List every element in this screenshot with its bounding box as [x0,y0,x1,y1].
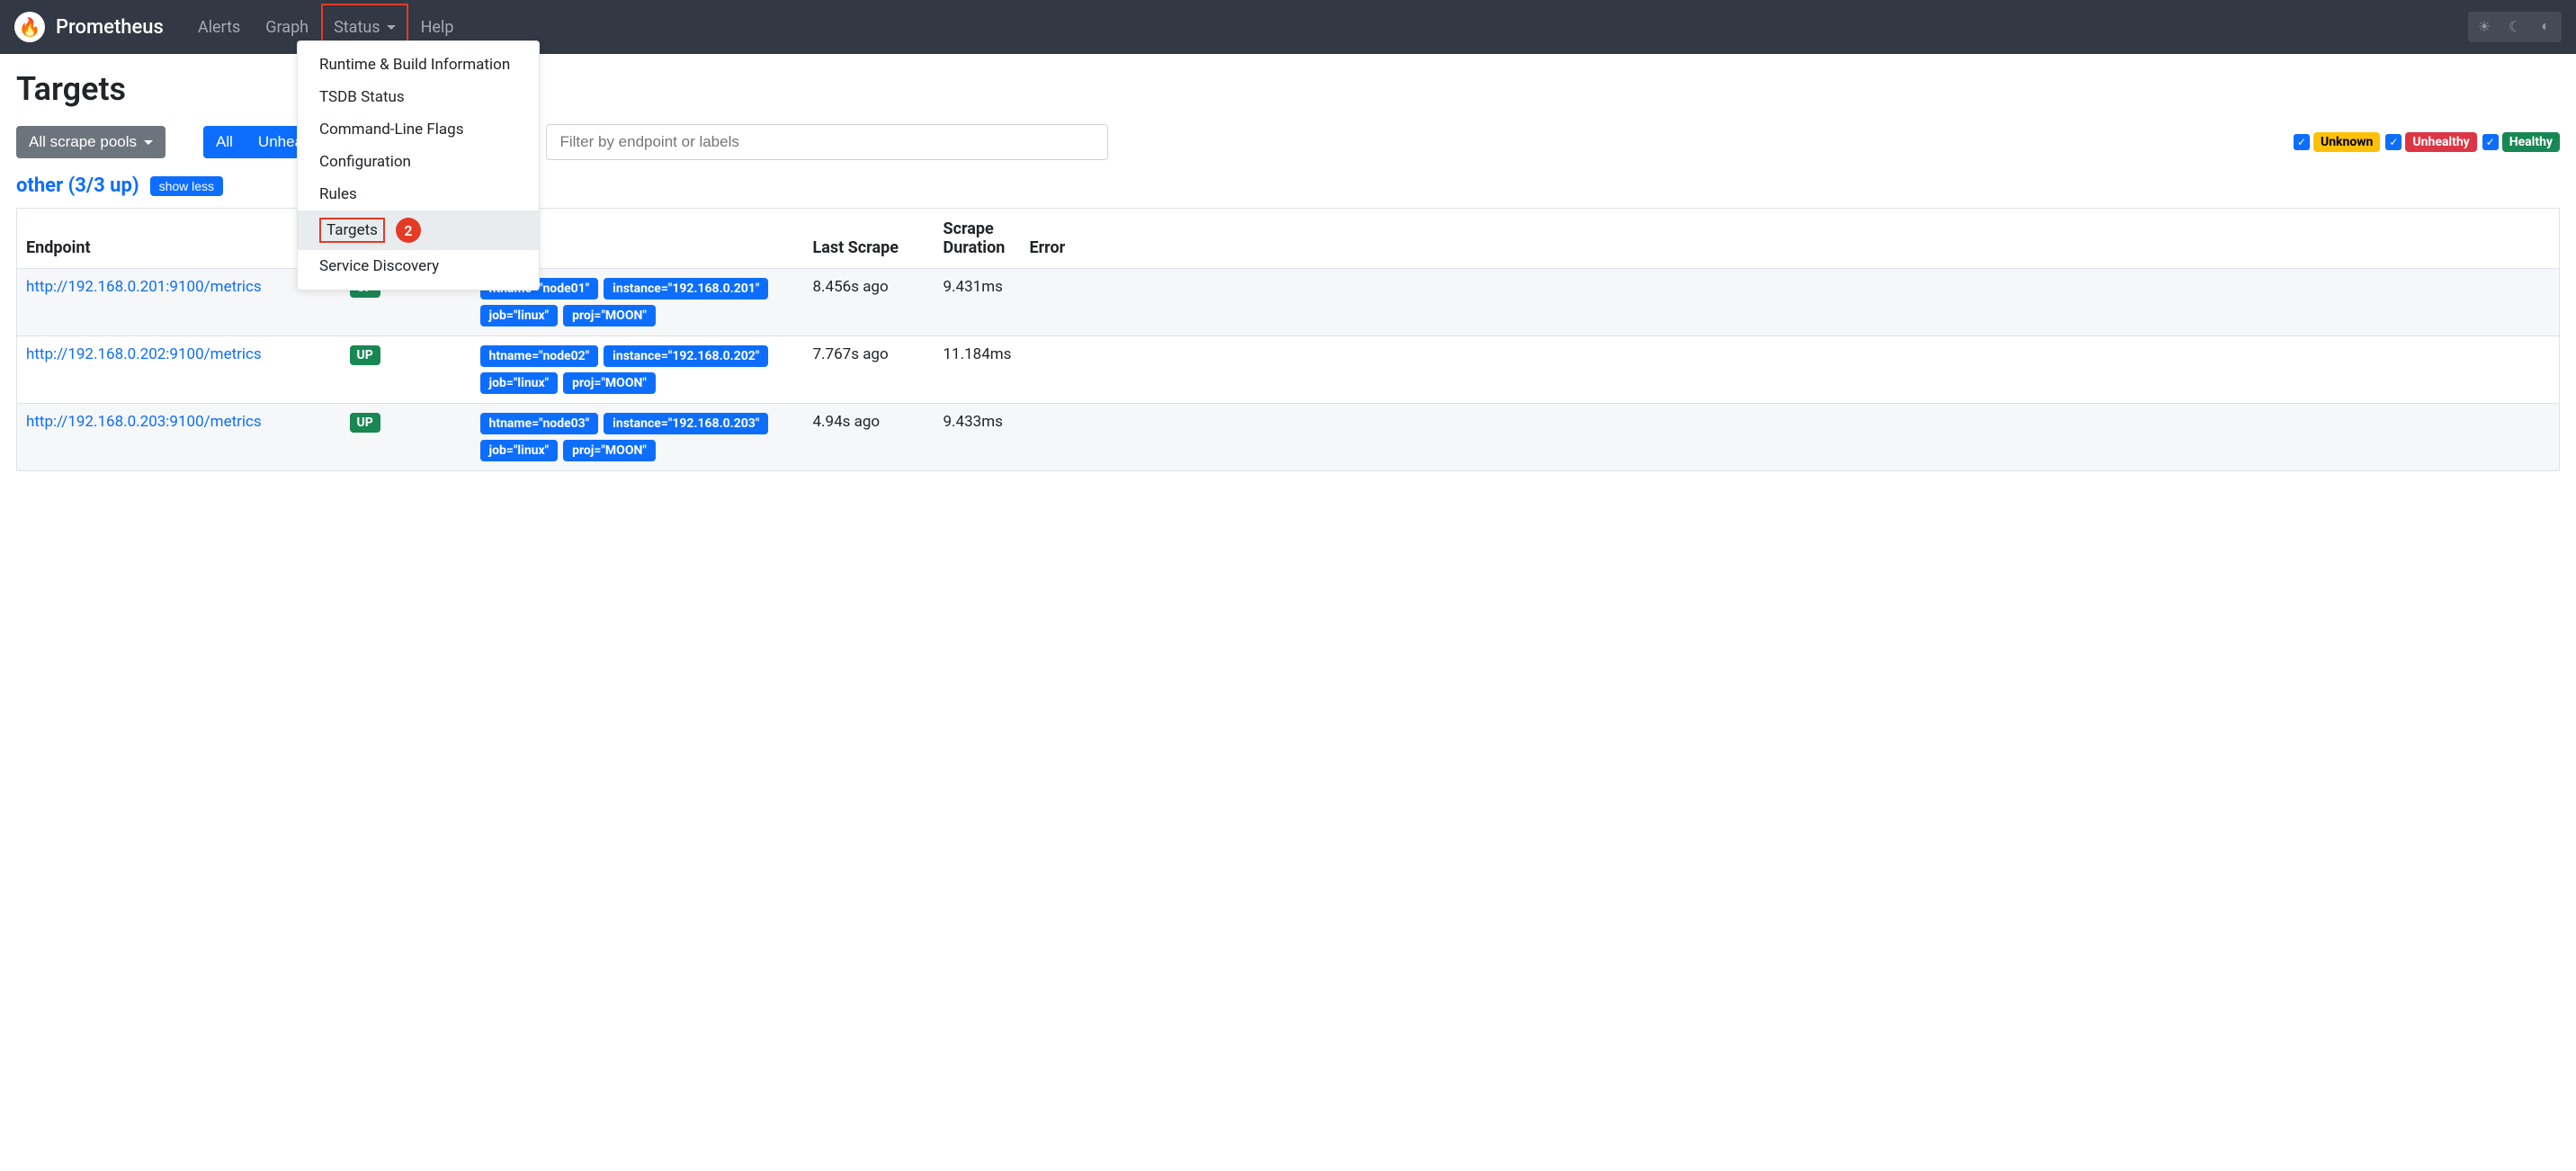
duration-cell: 11.184ms [935,336,1021,404]
th-last-scrape: Last Scrape [804,209,935,269]
nav-graph[interactable]: Graph [253,11,321,44]
duration-cell: 9.431ms [935,269,1021,336]
legend-healthy[interactable]: ✓ Healthy [2482,132,2560,152]
brand[interactable]: 🔥 Prometheus [14,12,164,42]
sun-icon: ☀ [2478,18,2491,36]
label-pill: instance="192.168.0.203" [604,413,768,434]
status-menu-tsdb[interactable]: TSDB Status [298,81,539,113]
th-scrape-duration: Scrape Duration [935,209,1021,269]
filter-all-button[interactable]: All [203,126,246,158]
scrape-pools-label: All scrape pools [29,133,137,151]
label-pill: instance="192.168.0.201" [604,278,768,299]
theme-auto-button[interactable]: ◐ [2531,13,2560,40]
status-menu-config[interactable]: Configuration [298,146,539,178]
status-menu-targets[interactable]: Targets 2 [298,210,539,250]
label-pill: proj="MOON" [563,305,656,326]
state-badge: UP [350,413,380,433]
status-menu-flags[interactable]: Command-Line Flags [298,113,539,146]
theme-light-button[interactable]: ☀ [2470,13,2499,40]
state-badge: UP [350,345,380,365]
callout-two: 2 [396,218,421,243]
chevron-down-icon [387,25,396,30]
pool-title[interactable]: other (3/3 up) [16,174,139,197]
theme-dark-button[interactable]: ☾ [2500,13,2529,40]
nav-alerts[interactable]: Alerts [185,11,253,44]
contrast-icon: ◐ [2541,19,2550,35]
nav-status-label: Status [334,18,380,37]
badge-healthy: Healthy [2502,132,2560,152]
status-menu-runtime[interactable]: Runtime & Build Information [298,49,539,81]
check-icon: ✓ [2482,134,2499,150]
error-cell [1020,404,2559,471]
status-menu-targets-label: Targets [319,218,385,243]
moon-icon: ☾ [2509,18,2521,36]
filter-input[interactable] [546,124,1108,160]
th-error: Error [1020,209,2559,269]
table-row: http://192.168.0.202:9100/metrics UP htnam… [17,336,2560,404]
label-pill: htname="node02" [480,345,599,367]
status-dropdown: Runtime & Build Information TSDB Status … [297,40,540,291]
status-menu-rules[interactable]: Rules [298,178,539,210]
check-icon: ✓ [2385,134,2402,150]
labels-container: htname="node02"instance="192.168.0.202" j… [480,345,795,394]
scrape-pools-dropdown[interactable]: All scrape pools [16,126,165,158]
prometheus-logo-icon: 🔥 [14,12,45,42]
duration-cell: 9.433ms [935,404,1021,471]
endpoint-link[interactable]: http://192.168.0.202:9100/metrics [26,345,262,363]
badge-unknown: Unknown [2313,132,2380,152]
label-pill: htname="node03" [480,413,599,434]
last-scrape-cell: 8.456s ago [804,269,935,336]
status-menu-sd[interactable]: Service Discovery [298,250,539,282]
endpoint-link[interactable]: http://192.168.0.203:9100/metrics [26,413,262,431]
last-scrape-cell: 4.94s ago [804,404,935,471]
check-icon: ✓ [2294,134,2310,150]
nav-help[interactable]: Help [408,11,467,44]
show-less-button[interactable]: show less [150,176,223,196]
error-cell [1020,336,2559,404]
th-endpoint: Endpoint [17,209,341,269]
badge-unhealthy: Unhealthy [2405,132,2476,152]
table-row: http://192.168.0.203:9100/metrics UP htnam… [17,404,2560,471]
brand-text: Prometheus [56,16,164,39]
label-pill: job="linux" [480,305,559,326]
endpoint-link[interactable]: http://192.168.0.201:9100/metrics [26,278,262,296]
labels-container: htname="node03"instance="192.168.0.203" j… [480,413,795,461]
label-pill: instance="192.168.0.202" [604,345,768,367]
legend-unknown[interactable]: ✓ Unknown [2294,132,2380,152]
error-cell [1020,269,2559,336]
legend-unhealthy[interactable]: ✓ Unhealthy [2385,132,2476,152]
label-pill: proj="MOON" [563,440,656,461]
last-scrape-cell: 7.767s ago [804,336,935,404]
theme-switcher: ☀ ☾ ◐ [2468,12,2562,42]
label-pill: job="linux" [480,440,559,461]
chevron-down-icon [144,140,153,145]
legend: ✓ Unknown ✓ Unhealthy ✓ Healthy [2294,132,2560,152]
label-pill: proj="MOON" [563,372,656,394]
label-pill: job="linux" [480,372,559,394]
